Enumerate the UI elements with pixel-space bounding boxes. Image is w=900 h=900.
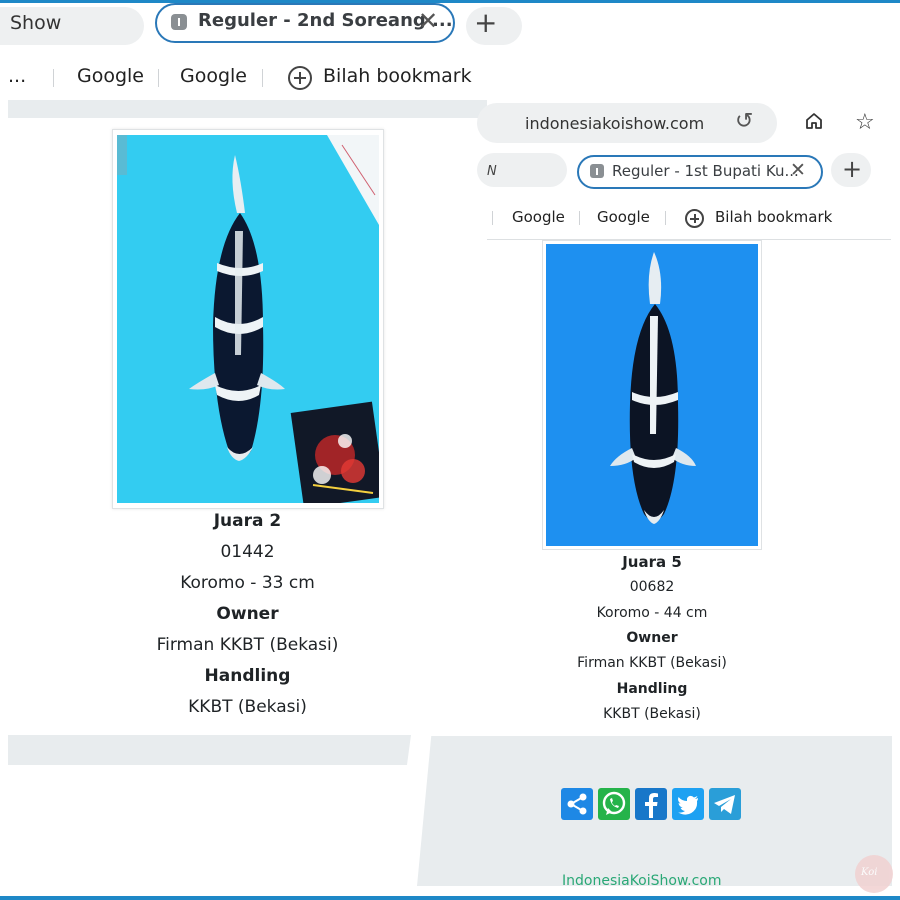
- telegram-share-button[interactable]: [709, 788, 741, 820]
- close-tab-icon[interactable]: ✕: [790, 159, 806, 181]
- add-bookmark-icon[interactable]: [685, 209, 704, 228]
- share-button[interactable]: [561, 788, 593, 820]
- owner-name: Firman KKBT (Bekasi): [577, 655, 727, 671]
- koi-photo-card[interactable]: [542, 240, 762, 550]
- variety-size: Koromo - 44 cm: [596, 605, 708, 621]
- bookmark-bar-label[interactable]: Bilah bookmark: [715, 208, 832, 226]
- tab-favicon-icon: [171, 14, 187, 30]
- url-text[interactable]: indonesiakoishow.com: [525, 114, 704, 133]
- active-tab-label: Reguler - 2nd Soreang ...: [198, 10, 453, 31]
- bookmark-separator: [53, 69, 54, 87]
- watermark-logo: Koi: [855, 855, 893, 893]
- bookmark-separator: [665, 211, 666, 225]
- owner-name: Firman KKBT (Bekasi): [156, 635, 339, 655]
- page-footer-band: [8, 735, 411, 765]
- whatsapp-share-button[interactable]: [598, 788, 630, 820]
- bookmark-google-2[interactable]: Google: [597, 208, 650, 226]
- entry-code: 01442: [220, 542, 275, 562]
- bookmark-bar-label[interactable]: Bilah bookmark: [323, 65, 472, 87]
- reload-icon[interactable]: ↺: [735, 109, 753, 134]
- previous-tab-label: N: [487, 164, 497, 179]
- left-screenshot: Show Reguler - 2nd Soreang ... ✕ + ... G…: [0, 3, 522, 896]
- tab-favicon-icon: [590, 164, 604, 178]
- koi-photo-card[interactable]: [112, 129, 384, 509]
- koi-photo: [546, 244, 758, 546]
- facebook-share-button[interactable]: [635, 788, 667, 820]
- handling-heading: Handling: [616, 681, 688, 697]
- telegram-icon: [714, 795, 735, 814]
- bookmark-google-1[interactable]: Google: [77, 65, 144, 87]
- page-header-band: [8, 100, 488, 118]
- close-tab-icon[interactable]: ✕: [418, 7, 438, 35]
- share-icon: [567, 793, 587, 815]
- bookmark-overflow[interactable]: ...: [8, 65, 26, 87]
- frame-bottom-border: [0, 896, 900, 900]
- previous-tab-label: Show: [10, 12, 62, 34]
- whatsapp-icon: [602, 791, 626, 815]
- bookmark-separator: [158, 69, 159, 87]
- entry-code: 00682: [629, 579, 675, 595]
- bookmark-separator: [492, 211, 493, 225]
- koi-photo: [117, 135, 379, 503]
- active-tab-label: Reguler - 1st Bupati Ku...: [612, 162, 799, 180]
- handling-name: KKBT (Bekasi): [188, 697, 307, 717]
- twitter-icon: [678, 795, 698, 815]
- bookmark-google-2[interactable]: Google: [180, 65, 247, 87]
- variety-size: Koromo - 33 cm: [180, 573, 315, 593]
- owner-heading: Owner: [626, 630, 678, 646]
- owner-heading: Owner: [216, 604, 279, 624]
- bookmark-separator: [579, 211, 580, 225]
- handling-name: KKBT (Bekasi): [603, 706, 701, 722]
- right-screenshot: indonesiakoishow.com ↺ ☆ N Reguler - 1st…: [417, 100, 900, 896]
- handling-heading: Handling: [204, 666, 291, 686]
- bookmark-star-icon[interactable]: ☆: [855, 110, 875, 135]
- rank-label: Juara 2: [213, 511, 282, 531]
- bookmark-separator: [262, 69, 263, 87]
- facebook-icon: [645, 793, 658, 818]
- bookmark-google-1[interactable]: Google: [512, 208, 565, 226]
- twitter-share-button[interactable]: [672, 788, 704, 820]
- rank-label: Juara 5: [622, 553, 682, 571]
- plus-icon[interactable]: +: [842, 155, 862, 183]
- site-footer-link[interactable]: IndonesiaKoiShow.com: [562, 873, 721, 889]
- home-icon[interactable]: [805, 112, 823, 130]
- plus-icon[interactable]: +: [474, 6, 497, 39]
- add-bookmark-icon[interactable]: [288, 66, 312, 90]
